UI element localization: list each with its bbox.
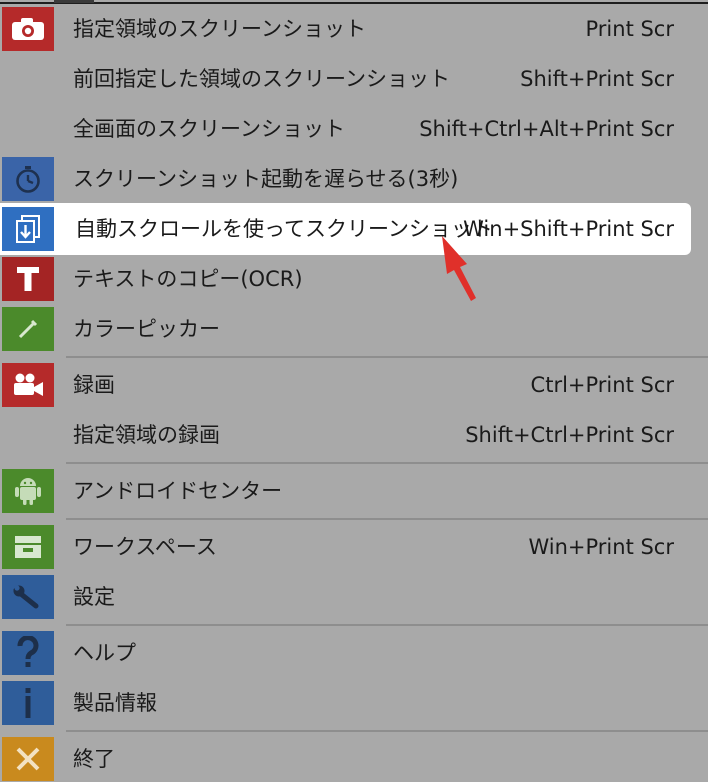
wrench-icon — [2, 575, 54, 619]
scroll-capture-icon — [2, 207, 54, 251]
menu-item-product-info[interactable]: 製品情報 — [0, 680, 708, 726]
menu-item-color-picker[interactable]: カラーピッカー — [0, 306, 708, 352]
menu-item-previous-region-screenshot[interactable]: 前回指定した領域のスクリーンショット Shift+Print Scr — [0, 56, 708, 102]
menu-separator — [66, 356, 708, 358]
menu-item-record-region[interactable]: 指定領域の録画 Shift+Ctrl+Print Scr — [0, 412, 708, 458]
timer-icon — [2, 157, 54, 201]
menu-item-label: カラーピッカー — [73, 317, 220, 341]
menu-item-label: 設定 — [73, 585, 115, 609]
menu-item-label: スクリーンショット起動を遅らせる(3秒) — [73, 167, 459, 191]
close-x-icon — [2, 737, 54, 781]
eyedropper-icon — [2, 307, 54, 351]
window-edge — [54, 0, 94, 3]
menu-item-label: 録画 — [73, 373, 115, 397]
android-icon — [2, 469, 54, 513]
menu-item-shortcut: Shift+Print Scr — [520, 67, 674, 91]
menu-separator — [66, 730, 708, 732]
menu-item-android-center[interactable]: アンドロイドセンター — [0, 468, 708, 514]
menu-item-shortcut: Print Scr — [585, 17, 675, 41]
menu-item-exit[interactable]: 終了 — [0, 736, 708, 782]
video-camera-icon — [2, 363, 54, 407]
menu-item-label: ワークスペース — [73, 535, 217, 559]
camera-icon — [2, 7, 54, 51]
menu-separator — [66, 462, 708, 464]
text-t-icon — [2, 257, 54, 301]
workspace-icon — [2, 525, 54, 569]
menu-top-border — [0, 2, 708, 4]
menu-item-shortcut: Shift+Ctrl+Alt+Print Scr — [419, 117, 674, 141]
menu-item-ocr-copy-text[interactable]: テキストのコピー(OCR) — [0, 256, 708, 302]
menu-item-label: 製品情報 — [73, 691, 157, 715]
info-icon — [2, 681, 54, 725]
menu-item-shortcut: Win+Shift+Print Scr — [463, 217, 674, 241]
menu-item-label: テキストのコピー(OCR) — [73, 267, 303, 291]
menu-item-workspace[interactable]: ワークスペース Win+Print Scr — [0, 524, 708, 570]
menu-item-scrolling-screenshot[interactable]: 自動スクロールを使ってスクリーンショット Win+Shift+Print Scr — [0, 206, 708, 252]
menu-item-record-video[interactable]: 録画 Ctrl+Print Scr — [0, 362, 708, 408]
menu-separator — [66, 518, 708, 520]
menu-item-label: 指定領域のスクリーンショット — [73, 17, 366, 41]
menu-item-shortcut: Shift+Ctrl+Print Scr — [465, 423, 674, 447]
menu-item-fullscreen-screenshot[interactable]: 全画面のスクリーンショット Shift+Ctrl+Alt+Print Scr — [0, 106, 708, 152]
menu-item-region-screenshot[interactable]: 指定領域のスクリーンショット Print Scr — [0, 6, 708, 52]
annotation-arrow — [442, 236, 476, 301]
menu-item-label: 指定領域の録画 — [73, 423, 220, 447]
menu-item-label: 自動スクロールを使ってスクリーンショット — [75, 217, 493, 241]
menu-item-shortcut: Ctrl+Print Scr — [530, 373, 674, 397]
help-question-icon — [2, 631, 54, 675]
menu-item-label: 前回指定した領域のスクリーンショット — [73, 67, 450, 91]
menu-item-help[interactable]: ヘルプ — [0, 630, 708, 676]
context-menu: 指定領域のスクリーンショット Print Scr 前回指定した領域のスクリーンシ… — [0, 0, 708, 782]
menu-item-shortcut: Win+Print Scr — [528, 535, 674, 559]
menu-item-label: 全画面のスクリーンショット — [73, 117, 345, 141]
menu-item-label: 終了 — [73, 747, 115, 771]
menu-item-settings[interactable]: 設定 — [0, 574, 708, 620]
menu-item-label: ヘルプ — [73, 641, 136, 665]
menu-item-label: アンドロイドセンター — [73, 479, 283, 503]
menu-item-delayed-screenshot[interactable]: スクリーンショット起動を遅らせる(3秒) — [0, 156, 708, 202]
menu-separator — [66, 624, 708, 626]
